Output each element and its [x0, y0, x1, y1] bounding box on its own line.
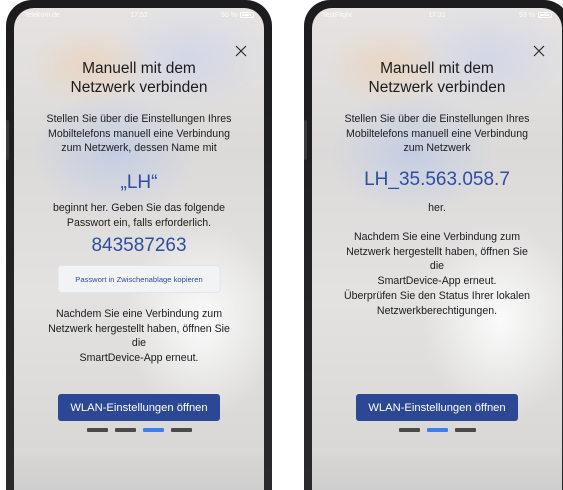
close-icon — [533, 45, 545, 57]
phone-right: TestFlight 17:31 93 % Manuell mit dem Ne… — [304, 0, 563, 490]
screen-right: TestFlight 17:31 93 % Manuell mit dem Ne… — [312, 8, 562, 490]
open-wifi-settings-button[interactable]: WLAN-Einstellungen öffnen — [58, 394, 220, 421]
network-name: LH_35.563.058.7 — [364, 169, 510, 190]
status-bar: TestFlight 17:31 93 % — [312, 8, 562, 22]
page-dot-active[interactable] — [426, 428, 448, 432]
text-line: Stellen Sie über die Einstellungen Ihres — [46, 113, 232, 125]
text-line: Nachdem Sie eine Verbindung zum — [353, 231, 521, 243]
text-line: Netzwerkberechtigungen. — [376, 304, 498, 317]
page-title: Manuell mit dem Netzwerk verbinden — [312, 59, 562, 97]
close-icon — [235, 45, 247, 57]
battery-icon — [240, 12, 254, 18]
copy-password-button[interactable]: Passwort in Zwischenablage kopieren — [57, 265, 221, 293]
text-line: Stellen Sie über die Einstellungen Ihres — [344, 113, 530, 125]
page-indicator — [312, 428, 562, 432]
text-line: Überprüfen Sie den Status Ihrer lokalen — [343, 290, 531, 302]
text-line: Nachdem Sie eine Verbindung zum — [55, 308, 223, 320]
outro-text: Nachdem Sie eine Verbindung zum Netzwerk… — [40, 307, 238, 365]
battery-percent: 93 % — [519, 11, 535, 19]
battery-icon — [538, 12, 552, 18]
middle-text: her. — [338, 201, 536, 216]
outro-text: Nachdem Sie eine Verbindung zum Netzwerk… — [338, 230, 536, 288]
page-indicator — [14, 428, 264, 432]
time-label: 17:52 — [130, 11, 148, 19]
intro-text: Stellen Sie über die Einstellungen Ihres… — [338, 112, 536, 156]
battery-indicator: 90 % — [221, 12, 254, 19]
text-line: beginnt her. Geben Sie das folgende — [53, 202, 225, 214]
text-line: Mobiltelefons manuell eine Verbindung — [346, 127, 528, 140]
text-line: SmartDevice-App erneut. — [377, 274, 497, 287]
title-line: Netzwerk verbinden — [368, 79, 506, 96]
time-label: 17:31 — [428, 11, 446, 19]
battery-indicator: 93 % — [519, 12, 552, 19]
page-dot[interactable] — [114, 428, 136, 432]
title-line: Manuell mit dem — [380, 60, 494, 77]
text-line: zum Netzwerk, dessen Name mit — [61, 142, 217, 154]
bottom-fade — [312, 450, 562, 490]
middle-text: beginnt her. Geben Sie das folgende Pass… — [40, 201, 238, 230]
permissions-note: Überprüfen Sie den Status Ihrer lokalen … — [338, 289, 536, 318]
title-line: Netzwerk verbinden — [70, 79, 208, 96]
bottom-fade — [14, 450, 264, 490]
phone-left: Telekom.de 17:52 90 % Manuell mit dem Ne… — [6, 0, 272, 490]
carrier-label: Telekom.de — [24, 11, 60, 19]
volume-button — [304, 120, 307, 160]
text-line: zum Netzwerk — [403, 142, 471, 154]
open-wifi-settings-button[interactable]: WLAN-Einstellungen öffnen — [356, 394, 518, 421]
volume-button — [6, 120, 9, 160]
text-line: her. — [428, 202, 446, 214]
network-name: „LH“ — [120, 172, 158, 193]
page-dot-active[interactable] — [142, 428, 164, 432]
text-line: SmartDevice-App erneut. — [79, 351, 199, 364]
page-dot[interactable] — [454, 428, 476, 432]
page-dot[interactable] — [170, 428, 192, 432]
close-button[interactable] — [234, 44, 248, 58]
battery-percent: 90 % — [221, 11, 237, 19]
text-line: Passwort ein, falls erforderlich. — [66, 216, 212, 229]
page-title: Manuell mit dem Netzwerk verbinden — [14, 59, 264, 97]
text-line: Netzwerk hergestellt haben, öffnen Sie d… — [48, 322, 230, 350]
title-line: Manuell mit dem — [82, 60, 196, 77]
text-line: Mobiltelefons manuell eine Verbindung — [48, 127, 230, 140]
page-dot[interactable] — [398, 428, 420, 432]
close-button[interactable] — [532, 44, 546, 58]
status-bar: Telekom.de 17:52 90 % — [14, 8, 264, 22]
password-value: 843587263 — [91, 235, 187, 256]
carrier-label: TestFlight — [322, 11, 352, 19]
page-dot[interactable] — [86, 428, 108, 432]
screen-left: Telekom.de 17:52 90 % Manuell mit dem Ne… — [14, 8, 264, 490]
intro-text: Stellen Sie über die Einstellungen Ihres… — [40, 112, 238, 156]
text-line: Netzwerk hergestellt haben, öffnen Sie d… — [346, 245, 528, 273]
